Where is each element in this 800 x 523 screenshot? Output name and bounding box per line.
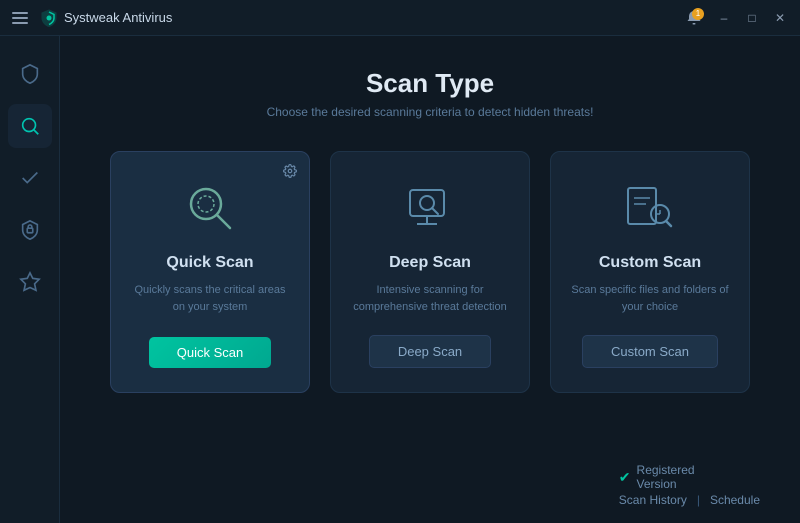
sidebar-item-tools[interactable] (8, 260, 52, 304)
scan-cards: Quick Scan Quickly scans the critical ar… (100, 151, 760, 393)
custom-scan-desc: Scan specific files and folders of your … (571, 282, 729, 315)
page-subtitle: Choose the desired scanning criteria to … (100, 105, 760, 119)
hamburger-button[interactable] (8, 8, 32, 28)
registered-version: ✔ Registered Version (619, 463, 720, 491)
custom-scan-button[interactable]: Custom Scan (582, 335, 718, 368)
title-bar: Systweak Antivirus 1 – □ ✕ (0, 0, 800, 36)
sidebar-item-shield[interactable] (8, 52, 52, 96)
deep-scan-icon (398, 176, 462, 240)
notification-button[interactable]: 1 (680, 6, 708, 30)
custom-scan-card[interactable]: Custom Scan Scan specific files and fold… (550, 151, 750, 393)
quick-scan-button[interactable]: Quick Scan (149, 337, 271, 368)
custom-scan-title: Custom Scan (599, 254, 701, 272)
sidebar (0, 36, 60, 523)
minimize-button[interactable]: – (712, 6, 736, 30)
registered-label: Registered Version (637, 463, 720, 491)
custom-scan-icon (618, 176, 682, 240)
sidebar-item-scan[interactable] (8, 104, 52, 148)
app-logo-icon (40, 9, 58, 27)
quick-scan-card[interactable]: Quick Scan Quickly scans the critical ar… (110, 151, 310, 393)
app-logo: Systweak Antivirus (40, 9, 172, 27)
app-title: Systweak Antivirus (64, 10, 172, 25)
notification-badge: 1 (692, 8, 704, 20)
deep-scan-button[interactable]: Deep Scan (369, 335, 491, 368)
sidebar-item-protection[interactable] (8, 156, 52, 200)
title-bar-left: Systweak Antivirus (8, 8, 172, 28)
content-area: Scan Type Choose the desired scanning cr… (60, 36, 800, 523)
schedule-link[interactable]: Schedule (710, 493, 760, 507)
maximize-button[interactable]: □ (740, 6, 764, 30)
quick-scan-title: Quick Scan (166, 254, 253, 272)
scan-history-link[interactable]: Scan History (619, 493, 687, 507)
registered-icon: ✔ (619, 469, 631, 486)
close-button[interactable]: ✕ (768, 6, 792, 30)
deep-scan-desc: Intensive scanning for comprehensive thr… (351, 282, 509, 315)
bottom-row: Scan History | Schedule ✔ Registered Ver… (619, 493, 760, 507)
title-bar-controls: 1 – □ ✕ (680, 6, 792, 30)
sidebar-item-shield-lock[interactable] (8, 208, 52, 252)
main-layout: Scan Type Choose the desired scanning cr… (0, 36, 800, 523)
card-settings-icon[interactable] (283, 164, 297, 181)
deep-scan-card[interactable]: Deep Scan Intensive scanning for compreh… (330, 151, 530, 393)
footer-separator: | (697, 493, 700, 507)
deep-scan-title: Deep Scan (389, 254, 471, 272)
quick-scan-icon (178, 176, 242, 240)
quick-scan-desc: Quickly scans the critical areas on your… (131, 282, 289, 317)
page-title: Scan Type (100, 68, 760, 99)
footer-links: Scan History | Schedule (619, 493, 760, 507)
